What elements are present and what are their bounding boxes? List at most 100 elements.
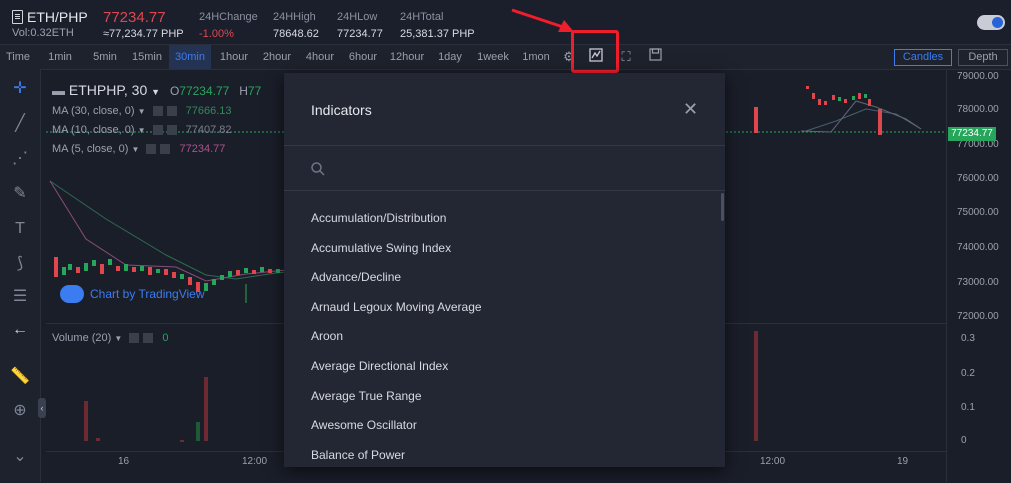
tf-1hour[interactable]: 1hour <box>215 45 253 69</box>
ohlc-o-label: O <box>169 84 180 98</box>
tf-1mon[interactable]: 1mon <box>518 45 554 69</box>
stat-value: 77234.77 <box>337 28 383 40</box>
gear-icon[interactable] <box>152 106 163 117</box>
tradingview-logo-icon <box>60 285 84 303</box>
time-tick: 12:00 <box>760 456 786 467</box>
tf-4hour[interactable]: 4hour <box>301 45 339 69</box>
stat-24h-high: 24HHigh 78648.62 <box>273 11 319 40</box>
divider <box>284 145 725 146</box>
ma-legend-30[interactable]: MA (30, close, 0) ▼ 77666.13 <box>52 105 232 117</box>
ma-value: 77407.82 <box>185 124 232 136</box>
pattern-icon[interactable]: ⟆ <box>10 254 30 274</box>
tf-time[interactable]: Time <box>4 45 32 69</box>
stat-24h-low: 24HLow 77234.77 <box>337 11 383 40</box>
depth-button[interactable]: Depth <box>958 49 1008 66</box>
fullscreen-icon[interactable]: ⛶ <box>617 48 635 66</box>
save-icon[interactable] <box>646 48 664 66</box>
search-icon[interactable] <box>310 161 326 180</box>
last-price: 77234.77 <box>103 9 166 26</box>
indicators-dialog: Indicators ✕ Accumulation/Distribution A… <box>284 73 725 467</box>
tf-5min[interactable]: 5min <box>88 45 122 69</box>
close-icon[interactable] <box>166 125 177 136</box>
tf-6hour[interactable]: 6hour <box>344 45 382 69</box>
volume-tick: 0.1 <box>961 402 975 413</box>
ohlc-h-value: 77 <box>247 84 262 98</box>
tf-1min[interactable]: 1min <box>44 45 76 69</box>
ma-label: MA (10, close, 0) <box>52 124 135 136</box>
zoom-in-icon[interactable]: ⊕ <box>10 401 30 421</box>
highlight-box <box>571 30 619 73</box>
price-tick: 78000.00 <box>957 104 999 115</box>
gear-icon[interactable] <box>152 125 163 136</box>
back-arrow-icon[interactable]: ← <box>10 320 30 340</box>
collapse-icon[interactable]: ⌄ <box>10 447 30 467</box>
stat-24h-change: 24HChange -1.00% <box>199 11 258 40</box>
stat-value: 25,381.37 PHP <box>400 28 475 40</box>
stat-value: 78648.62 <box>273 28 319 40</box>
indicator-item[interactable]: Advance/Decline <box>311 270 482 300</box>
trendline-icon[interactable]: ╱ <box>10 114 30 134</box>
tf-2hour[interactable]: 2hour <box>258 45 296 69</box>
collapse-legend-icon[interactable]: ▬ <box>52 83 65 98</box>
ma-legend-10[interactable]: MA (10, close, 0) ▼ 77407.82 <box>52 124 232 136</box>
symbol-label[interactable]: ETHPHP, 30 <box>69 82 147 98</box>
volume-legend[interactable]: Volume (20) ▼ 0 <box>52 332 169 344</box>
close-icon[interactable] <box>160 144 171 155</box>
chevron-down-icon: ▼ <box>114 334 123 343</box>
ma-value: 77666.13 <box>185 105 232 117</box>
drawing-toolbar: ✛ ╱ ⋰ ✎ T ⟆ ☰ ← 📏 ⊕ ⌄ <box>0 69 41 482</box>
timeframe-toolbar: Time 1min 5min 15min 30min 1hour 2hour 4… <box>0 44 1011 70</box>
indicator-item[interactable]: Average Directional Index <box>311 359 482 389</box>
time-tick: 16 <box>118 456 130 467</box>
indicator-item[interactable]: Arnaud Legoux Moving Average <box>311 300 482 330</box>
ma-label: MA (30, close, 0) <box>52 105 135 117</box>
fib-icon[interactable]: ⋰ <box>10 149 30 169</box>
price-tick: 79000.00 <box>957 71 999 82</box>
indicator-item[interactable]: Accumulative Swing Index <box>311 241 482 271</box>
collapse-toolbar-icon[interactable]: ‹ <box>38 398 46 418</box>
tf-1week[interactable]: 1week <box>473 45 513 69</box>
moon-icon <box>992 17 1003 28</box>
chevron-down-icon: ▼ <box>137 126 146 135</box>
stat-value: -1.00% <box>199 28 234 40</box>
ma-value: 77234.77 <box>179 143 226 155</box>
time-tick: 19 <box>897 456 909 467</box>
brush-icon[interactable]: ✎ <box>10 184 30 204</box>
tf-1day[interactable]: 1day <box>434 45 466 69</box>
dialog-title: Indicators <box>311 102 372 118</box>
price-tick: 76000.00 <box>957 173 999 184</box>
indicator-item[interactable]: Accumulation/Distribution <box>311 211 482 241</box>
ohlc-o-value: 77234.77 <box>179 84 230 98</box>
time-tick: 12:00 <box>242 456 268 467</box>
close-icon[interactable] <box>143 333 154 344</box>
pair-name: ETH/PHP <box>27 9 88 25</box>
approx-price: ≈77,234.77 PHP <box>103 28 184 40</box>
close-icon[interactable] <box>166 106 177 117</box>
indicator-item[interactable]: Aroon <box>311 329 482 359</box>
tradingview-watermark[interactable]: Chart by TradingView <box>60 285 205 303</box>
text-icon[interactable]: T <box>10 219 30 239</box>
scrollbar[interactable] <box>721 193 724 221</box>
ruler-icon[interactable]: 📏 <box>10 367 30 387</box>
crosshair-icon[interactable]: ✛ <box>10 79 30 99</box>
chevron-down-icon[interactable]: ▼ <box>151 87 160 97</box>
close-icon[interactable]: ✕ <box>683 99 698 120</box>
chevron-down-icon: ▼ <box>131 145 140 154</box>
price-tick: 73000.00 <box>957 277 999 288</box>
tf-15min[interactable]: 15min <box>128 45 166 69</box>
indicator-item[interactable]: Awesome Oscillator <box>311 418 482 448</box>
tf-30min[interactable]: 30min <box>169 45 211 69</box>
gear-icon[interactable] <box>146 144 157 155</box>
tf-12hour[interactable]: 12hour <box>386 45 428 69</box>
stat-label: 24HLow <box>337 11 378 23</box>
chevron-down-icon: ▼ <box>137 107 146 116</box>
candles-button[interactable]: Candles <box>894 49 952 66</box>
indicator-list: Accumulation/Distribution Accumulative S… <box>311 211 482 477</box>
measure-icon[interactable]: ☰ <box>10 287 30 307</box>
volume-text: Vol:0.32ETH <box>12 27 74 39</box>
indicator-item[interactable]: Balance of Power <box>311 448 482 478</box>
gear-icon[interactable] <box>129 333 140 344</box>
ma-legend-5[interactable]: MA (5, close, 0) ▼ 77234.77 <box>52 143 225 155</box>
theme-toggle[interactable] <box>977 15 1005 30</box>
indicator-item[interactable]: Average True Range <box>311 389 482 419</box>
